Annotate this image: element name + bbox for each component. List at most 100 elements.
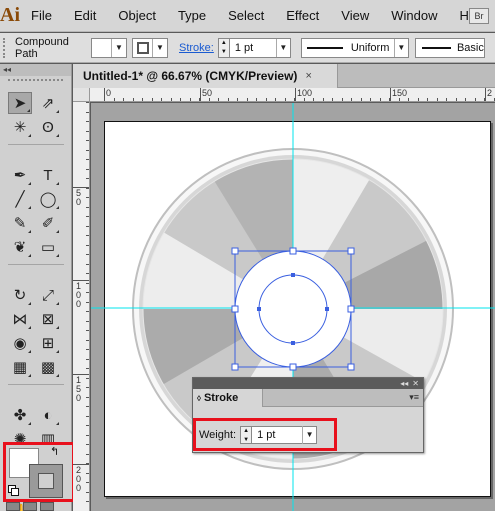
menu-edit[interactable]: Edit: [63, 8, 107, 23]
weight-stepper[interactable]: ▲ ▼: [240, 425, 253, 444]
pen-icon[interactable]: ✒: [8, 164, 32, 186]
ruler-minor-tick: [86, 169, 89, 170]
ruler-minor-tick: [86, 159, 89, 160]
ruler-major-tick: [73, 464, 89, 465]
ruler-minor-tick: [86, 444, 89, 445]
menu-object[interactable]: Object: [107, 8, 167, 23]
ruler-label: 0: [106, 88, 112, 98]
ruler-minor-tick: [86, 349, 89, 350]
gradient-icon[interactable]: ▩: [36, 356, 60, 378]
draw-normal-icon[interactable]: [6, 502, 20, 511]
ruler-minor-tick: [152, 98, 153, 101]
ruler-minor-tick: [361, 98, 362, 101]
brush-definition-dropdown[interactable]: Basic: [414, 37, 485, 58]
menu-select[interactable]: Select: [217, 8, 275, 23]
control-bar-grip[interactable]: [3, 37, 9, 58]
ruler-minor-tick: [427, 98, 428, 101]
ruler-minor-tick: [275, 98, 276, 101]
ruler-minor-tick: [86, 387, 89, 388]
ruler-minor-tick: [86, 235, 89, 236]
perspective-grid-icon[interactable]: ⊞: [36, 332, 60, 354]
ruler-minor-tick: [86, 463, 89, 464]
bridge-button[interactable]: Br: [469, 8, 489, 24]
variable-width-profile-dropdown[interactable]: Uniform ▼: [300, 37, 409, 58]
ruler-minor-tick: [86, 121, 89, 122]
weight-control-highlight: Weight: ▲ ▼ 1 pt ▼: [193, 418, 337, 451]
collapse-panel-icon[interactable]: ◂◂: [400, 379, 408, 388]
panel-options-toggle-icon[interactable]: ◊: [197, 394, 201, 403]
ruler-minor-tick: [114, 98, 115, 101]
menu-view[interactable]: View: [330, 8, 380, 23]
chevron-down-icon: ▼: [115, 43, 123, 52]
lasso-icon[interactable]: ʘ: [36, 116, 60, 138]
eyedropper-icon[interactable]: ✤: [8, 404, 32, 426]
ruler-minor-tick: [171, 98, 172, 101]
menu-effect[interactable]: Effect: [275, 8, 330, 23]
direct-selection-icon[interactable]: ⇗: [36, 92, 60, 114]
stroke-panel-titlebar[interactable]: ◂◂ ✕: [193, 378, 423, 389]
line-icon[interactable]: ╱: [8, 188, 32, 210]
eraser-icon[interactable]: ▭: [36, 236, 60, 258]
draw-behind-icon[interactable]: [23, 502, 37, 511]
ruler-major-tick: [390, 88, 391, 101]
ruler-minor-tick: [86, 397, 89, 398]
tools-panel-grip[interactable]: [8, 79, 63, 89]
horizontal-ruler[interactable]: 0 50 100 150 2: [90, 88, 495, 102]
vertical-ruler[interactable]: 5 0 1 0 0 1 5 0 2 0 0: [73, 102, 90, 511]
ruler-minor-tick: [209, 98, 210, 101]
ruler-minor-tick: [199, 98, 200, 101]
ruler-minor-tick: [86, 264, 89, 265]
draw-inside-icon[interactable]: [40, 502, 54, 511]
swap-fill-stroke-icon[interactable]: ↰: [50, 445, 59, 458]
free-transform-icon[interactable]: ⊠: [36, 308, 60, 330]
brush-label: Basic: [456, 41, 484, 54]
ruler-minor-tick: [86, 254, 89, 255]
ruler-minor-tick: [86, 178, 89, 179]
rotate-icon[interactable]: ↻: [8, 284, 32, 306]
menu-type[interactable]: Type: [167, 8, 217, 23]
close-icon[interactable]: ✕: [412, 379, 419, 388]
ruler-minor-tick: [456, 98, 457, 101]
stroke-weight-field[interactable]: 1 pt ▼: [229, 37, 291, 58]
ruler-minor-tick: [86, 102, 89, 103]
default-fill-stroke-icon[interactable]: [8, 485, 20, 497]
ruler-origin[interactable]: [73, 88, 90, 102]
ruler-minor-tick: [123, 98, 124, 101]
selection-icon[interactable]: ➤: [8, 92, 32, 114]
pencil-icon[interactable]: ✐: [36, 212, 60, 234]
stroke-panel-tab[interactable]: ◊ Stroke: [193, 389, 263, 407]
blob-brush-icon[interactable]: ❦: [8, 236, 32, 258]
ellipse-icon[interactable]: ◯: [36, 188, 60, 210]
menu-file[interactable]: File: [20, 8, 63, 23]
weight-input[interactable]: 1 pt ▼: [252, 425, 318, 444]
close-icon[interactable]: ×: [305, 70, 311, 82]
document-tab[interactable]: Untitled-1* @ 66.67% (CMYK/Preview) ×: [73, 64, 338, 88]
stroke-color-dropdown[interactable]: ▼: [132, 37, 168, 58]
fill-color-dropdown[interactable]: ▼: [91, 37, 127, 58]
ruler-minor-tick: [475, 98, 476, 101]
scale-icon[interactable]: ⤢: [36, 284, 60, 306]
ruler-minor-tick: [86, 416, 89, 417]
type-icon[interactable]: T: [36, 164, 60, 186]
ruler-minor-tick: [323, 98, 324, 101]
width-icon[interactable]: ⋈: [8, 308, 32, 330]
stroke-panel-link[interactable]: Stroke:: [179, 42, 214, 54]
ruler-minor-tick: [86, 406, 89, 407]
menu-window[interactable]: Window: [380, 8, 448, 23]
panel-menu-icon[interactable]: ▾≡: [409, 392, 419, 403]
shape-builder-icon[interactable]: ◉: [8, 332, 32, 354]
blend-icon[interactable]: ◐: [36, 404, 60, 426]
ruler-minor-tick: [285, 98, 286, 101]
chevron-down-icon[interactable]: ▼: [302, 425, 316, 444]
profile-line-preview: [306, 46, 343, 49]
mesh-icon[interactable]: ▦: [8, 356, 32, 378]
stroke-weight-stepper[interactable]: ▲ ▼: [217, 37, 230, 58]
ruler-major-tick: [200, 88, 201, 101]
ruler-minor-tick: [266, 98, 267, 101]
tools-panel-collapse[interactable]: ◂◂: [0, 64, 71, 76]
ruler-minor-tick: [313, 98, 314, 101]
paintbrush-icon[interactable]: ✎: [8, 212, 32, 234]
magic-wand-icon[interactable]: ✳: [8, 116, 32, 138]
ruler-label: 2 0 0: [76, 465, 82, 493]
stroke-color-swatch[interactable]: [29, 464, 63, 498]
